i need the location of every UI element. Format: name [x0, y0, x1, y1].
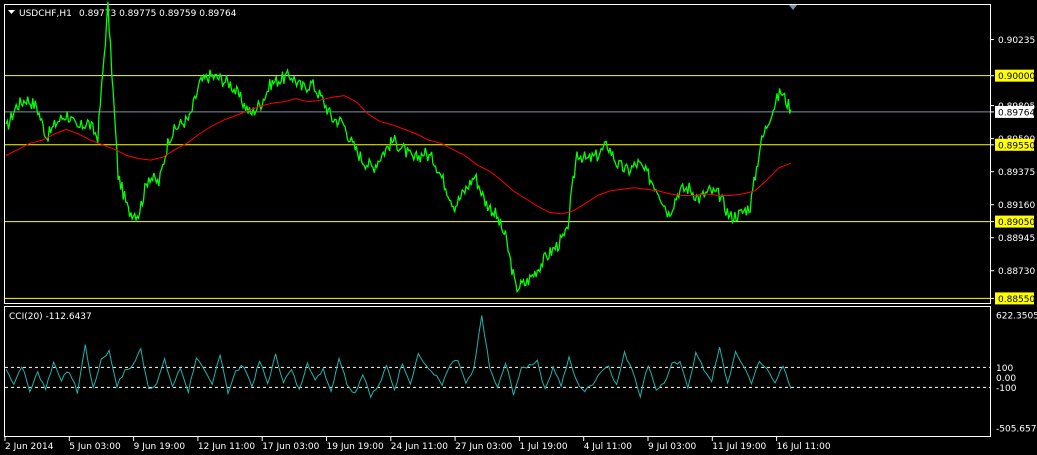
time-axis-label: 24 Jun 11:00	[391, 442, 448, 452]
time-axis-label: 5 Jun 03:00	[69, 442, 121, 452]
cci-series-line	[5, 315, 792, 399]
price-panel-frame	[4, 4, 991, 304]
symbol-timeframe: USDCHF,H1	[19, 9, 72, 19]
cci-axis-label: 100	[996, 364, 1013, 374]
price-axis-label: 0.88945	[998, 234, 1035, 244]
time-axis-label: 17 Jun 03:00	[262, 442, 319, 452]
time-axis-label: 19 Jun 19:00	[327, 442, 384, 452]
cci-axis-label: 622.3505	[996, 312, 1037, 322]
price-tag-label: 0.89050	[998, 218, 1035, 228]
price-axis-label: 0.89375	[998, 168, 1035, 178]
dropdown-triangle-icon[interactable]	[8, 10, 15, 14]
cci-panel-frame	[4, 306, 991, 437]
price-tag-label: 0.89550	[998, 141, 1035, 151]
cci-axis-label: -505.6573	[996, 425, 1037, 435]
cci-indicator-label: CCI(20) -112.6437	[9, 312, 92, 322]
chart-shift-marker-icon[interactable]	[789, 5, 797, 10]
price-tag-label: 0.89764	[998, 108, 1035, 118]
time-axis-label: 16 Jul 11:00	[777, 442, 831, 452]
time-axis-label: 4 Jul 11:00	[584, 442, 633, 452]
trading-chart[interactable]: USDCHF,H1 0.89773 0.89775 0.89759 0.8976…	[0, 0, 1037, 455]
price-axis-label: 0.88730	[998, 267, 1035, 277]
time-axis-label: 12 Jun 11:00	[198, 442, 255, 452]
axis-layer: 0.902350.900000.898050.897640.895900.895…	[4, 36, 1037, 452]
time-axis-label: 1 Jul 19:00	[519, 442, 568, 452]
cci-axis-label: -100	[996, 384, 1017, 394]
price-tag-label: 0.90000	[998, 72, 1035, 82]
time-axis-label: 11 Jul 19:00	[712, 442, 766, 452]
plot-layer	[5, 1, 990, 399]
time-axis-label: 9 Jul 03:00	[648, 442, 697, 452]
price-axis-label: 0.90235	[998, 36, 1035, 46]
time-axis-label: 2 Jun 2014	[5, 442, 54, 452]
time-axis-label: 27 Jun 03:00	[455, 442, 512, 452]
price-tag-label: 0.88550	[998, 295, 1035, 305]
cci-axis-label: 0.00	[996, 374, 1016, 384]
time-axis-label: 9 Jun 19:00	[134, 442, 186, 452]
price-axis-label: 0.89160	[998, 201, 1035, 211]
price-series-line	[5, 1, 792, 294]
ohlc-values: 0.89773 0.89775 0.89759 0.89764	[79, 9, 237, 19]
